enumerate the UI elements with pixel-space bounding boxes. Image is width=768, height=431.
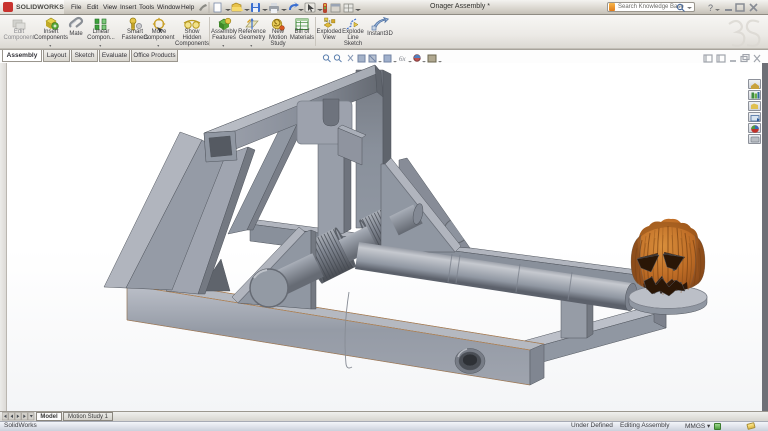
svg-text:?: ?: [708, 3, 713, 13]
svg-text:6x: 6x: [399, 55, 407, 63]
